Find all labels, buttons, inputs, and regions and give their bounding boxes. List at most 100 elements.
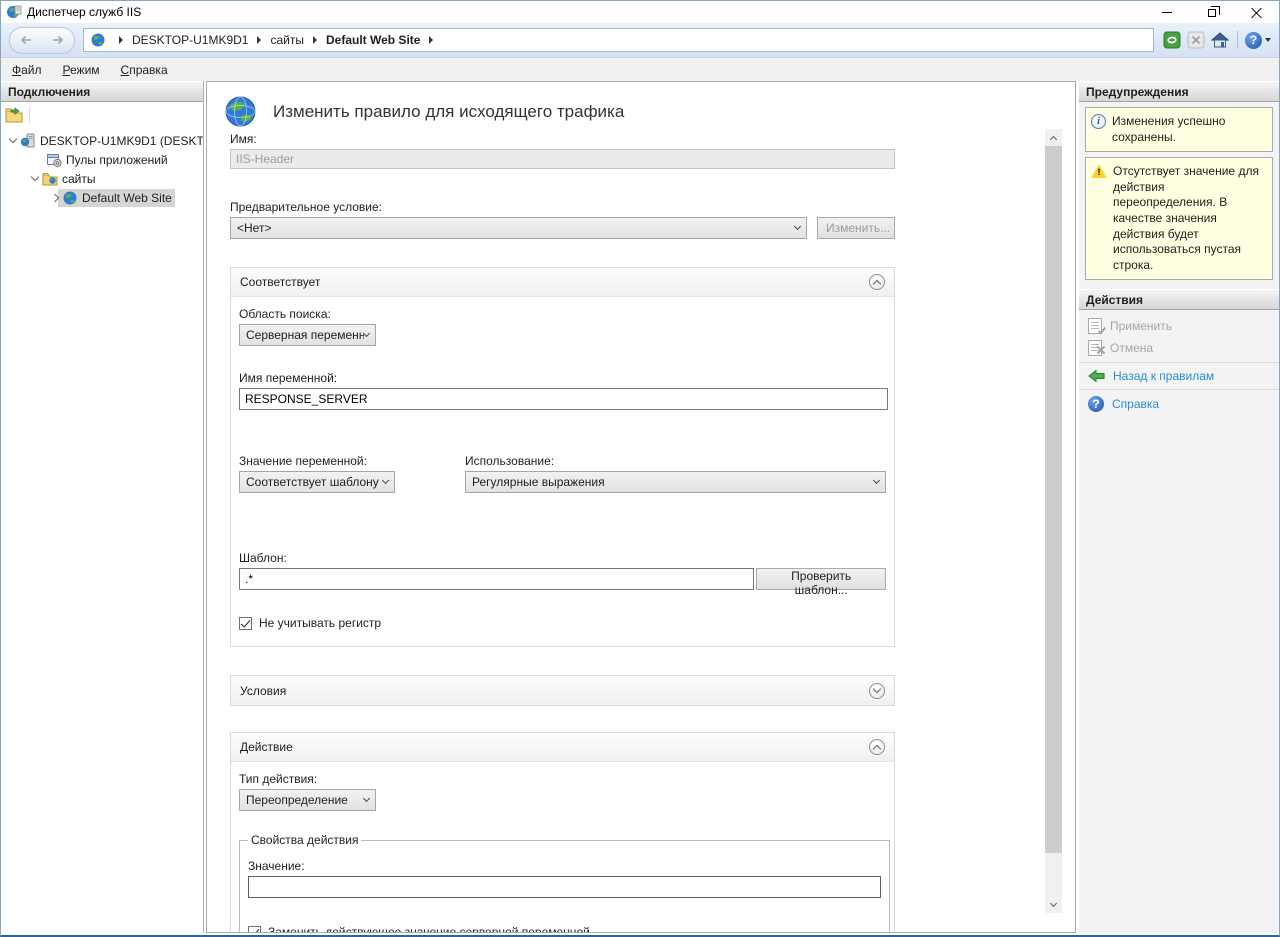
edit-outbound-rule-panel: Изменить правило для исходящего трафика … <box>206 81 1076 933</box>
restore-button[interactable] <box>1189 1 1234 23</box>
scope-select[interactable]: Серверная переменн <box>239 324 376 346</box>
breadcrumb-item-sites[interactable]: сайты <box>270 33 304 47</box>
expand-button[interactable] <box>869 683 885 699</box>
tree-item-server[interactable]: DESKTOP-U1MK9D1 (DESKTOP <box>1 131 203 150</box>
minimize-icon <box>1162 12 1172 13</box>
close-icon <box>1251 7 1262 18</box>
precondition-select[interactable]: <Нет> <box>230 217 807 239</box>
ignore-case-checkbox[interactable] <box>239 617 252 630</box>
tree-item-label: Default Web Site <box>82 191 172 205</box>
name-field <box>230 149 895 169</box>
actions-divider <box>1079 389 1279 390</box>
chevron-down-icon <box>873 477 880 484</box>
save-connection-icon[interactable] <box>5 107 23 123</box>
scope-label: Область поиска: <box>239 307 886 321</box>
feature-globe-icon <box>224 95 257 128</box>
chevron-up-icon <box>873 744 881 752</box>
restore-icon <box>1208 9 1216 17</box>
edit-precondition-button: Изменить... <box>817 217 895 239</box>
variable-name-label: Имя переменной: <box>239 371 886 385</box>
back-button[interactable] <box>18 32 34 48</box>
apply-label: Применить <box>1110 319 1172 333</box>
actions-list: Применить Отмена Назад к правилам ? Спра… <box>1079 310 1279 418</box>
actions-divider <box>1079 362 1279 363</box>
alerts-list: i Изменения успешно сохранены. ! Отсутст… <box>1079 102 1279 285</box>
precondition-label: Предварительное условие: <box>230 200 895 214</box>
cancel-action: Отмена <box>1079 337 1279 359</box>
refresh-icon <box>1163 31 1181 49</box>
server-icon <box>20 133 36 149</box>
scrollbar-thumb[interactable] <box>1045 146 1062 853</box>
vertical-scrollbar[interactable] <box>1045 129 1062 913</box>
breadcrumb[interactable]: DESKTOP-U1MK9D1 сайты Default Web Site <box>83 28 1154 52</box>
precondition-value: <Нет> <box>237 221 795 235</box>
back-arrow-icon <box>1088 369 1105 383</box>
conditions-section: Условия <box>230 675 895 706</box>
menu-file[interactable]: Файл <box>12 63 42 77</box>
menu-view[interactable]: Режим <box>63 63 100 77</box>
conditions-section-header[interactable]: Условия <box>231 676 894 705</box>
warning-notice-text: Отсутствует значение для действия переоп… <box>1113 164 1267 273</box>
tree-item-sites[interactable]: сайты <box>1 169 203 188</box>
replace-value-label: Заменить действующее значение серверной … <box>268 925 590 933</box>
home-icon <box>1211 31 1229 49</box>
warning-notice: ! Отсутствует значение для действия пере… <box>1085 157 1273 280</box>
connections-header: Подключения <box>1 81 203 102</box>
action-value-label: Значение: <box>248 859 881 873</box>
tree-item-label: DESKTOP-U1MK9D1 (DESKTOP <box>40 134 204 148</box>
tree-item-app-pools[interactable]: Пулы приложений <box>1 150 203 169</box>
tree-item-default-web-site[interactable]: Default Web Site <box>1 188 203 207</box>
navigation-buttons <box>9 27 75 54</box>
collapse-button[interactable] <box>869 739 885 755</box>
connections-toolbar <box>1 102 203 128</box>
chevron-down-icon[interactable] <box>9 135 17 143</box>
replace-value-checkbox[interactable] <box>248 926 261 934</box>
variable-name-field[interactable] <box>239 388 888 410</box>
home-button[interactable] <box>1210 30 1230 50</box>
chevron-down-icon <box>363 795 370 802</box>
info-notice: i Изменения успешно сохранены. <box>1085 107 1273 152</box>
scroll-up-button[interactable] <box>1045 129 1062 146</box>
pattern-field[interactable] <box>239 568 754 590</box>
forward-button[interactable] <box>50 32 66 48</box>
action-section-header[interactable]: Действие <box>231 733 894 762</box>
chevron-down-icon[interactable] <box>31 173 39 181</box>
help-action[interactable]: ? Справка <box>1079 393 1279 415</box>
collapse-button[interactable] <box>869 274 885 290</box>
help-icon: ? <box>1245 32 1262 49</box>
menu-help[interactable]: Справка <box>121 63 168 77</box>
help-label: Справка <box>1112 397 1159 411</box>
test-pattern-button[interactable]: Проверить шаблон... <box>756 568 886 590</box>
usage-value: Регулярные выражения <box>472 475 874 489</box>
ignore-case-label: Не учитывать регистр <box>259 616 381 630</box>
sites-folder-icon <box>42 171 58 187</box>
stop-icon <box>1187 31 1205 49</box>
scroll-down-button[interactable] <box>1045 896 1062 913</box>
action-value-field[interactable] <box>248 876 881 898</box>
info-notice-text: Изменения успешно сохранены. <box>1112 114 1267 145</box>
window-title: Диспетчер служб IIS <box>27 5 1144 19</box>
scope-value: Серверная переменн <box>246 328 364 342</box>
action-type-select[interactable]: Переопределение <box>239 789 376 811</box>
stop-button <box>1186 30 1206 50</box>
action-section-title: Действие <box>240 740 869 754</box>
help-menu-button[interactable]: ? <box>1245 32 1271 49</box>
usage-select[interactable]: Регулярные выражения <box>465 471 886 493</box>
back-to-rules-action[interactable]: Назад к правилам <box>1079 366 1279 386</box>
chevron-down-icon <box>382 477 389 484</box>
variable-value-select[interactable]: Соответствует шаблону <box>239 471 395 493</box>
breadcrumb-item-server[interactable]: DESKTOP-U1MK9D1 <box>132 33 248 47</box>
app-icon <box>6 4 22 20</box>
chevron-up-icon <box>1050 135 1057 142</box>
match-section-header[interactable]: Соответствует <box>231 268 894 297</box>
page-title: Изменить правило для исходящего трафика <box>273 102 624 122</box>
refresh-button[interactable] <box>1162 30 1182 50</box>
rule-form: Имя: Предварительное условие: <Нет> Изме… <box>230 132 895 933</box>
back-to-rules-label: Назад к правилам <box>1113 369 1214 383</box>
help-icon: ? <box>1088 396 1104 412</box>
breadcrumb-separator-icon <box>257 36 261 44</box>
breadcrumb-item-default-web-site[interactable]: Default Web Site <box>326 33 420 47</box>
close-button[interactable] <box>1234 1 1279 23</box>
pattern-label: Шаблон: <box>239 551 886 565</box>
minimize-button[interactable] <box>1144 1 1189 23</box>
